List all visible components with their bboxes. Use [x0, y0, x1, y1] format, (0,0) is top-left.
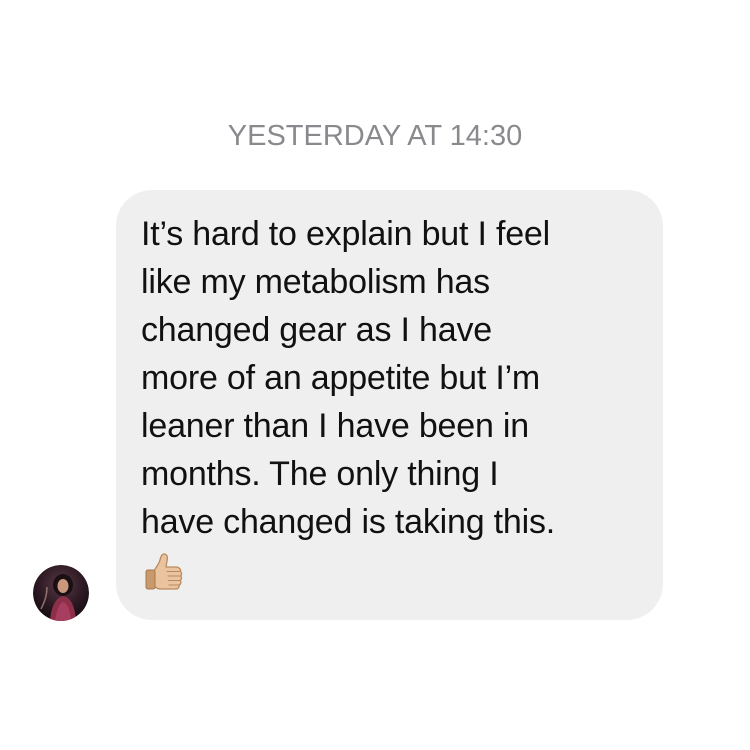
thumbs-up-icon [145, 553, 183, 590]
message-text: It’s hard to explain but I feel like my … [141, 215, 556, 541]
chat-screen: YESTERDAY AT 14:30 It’s hard to explain … [0, 0, 750, 750]
avatar[interactable] [33, 565, 89, 621]
message-bubble[interactable]: It’s hard to explain but I feel like my … [116, 190, 663, 620]
message-timestamp: YESTERDAY AT 14:30 [227, 120, 523, 152]
avatar-image [33, 565, 89, 621]
